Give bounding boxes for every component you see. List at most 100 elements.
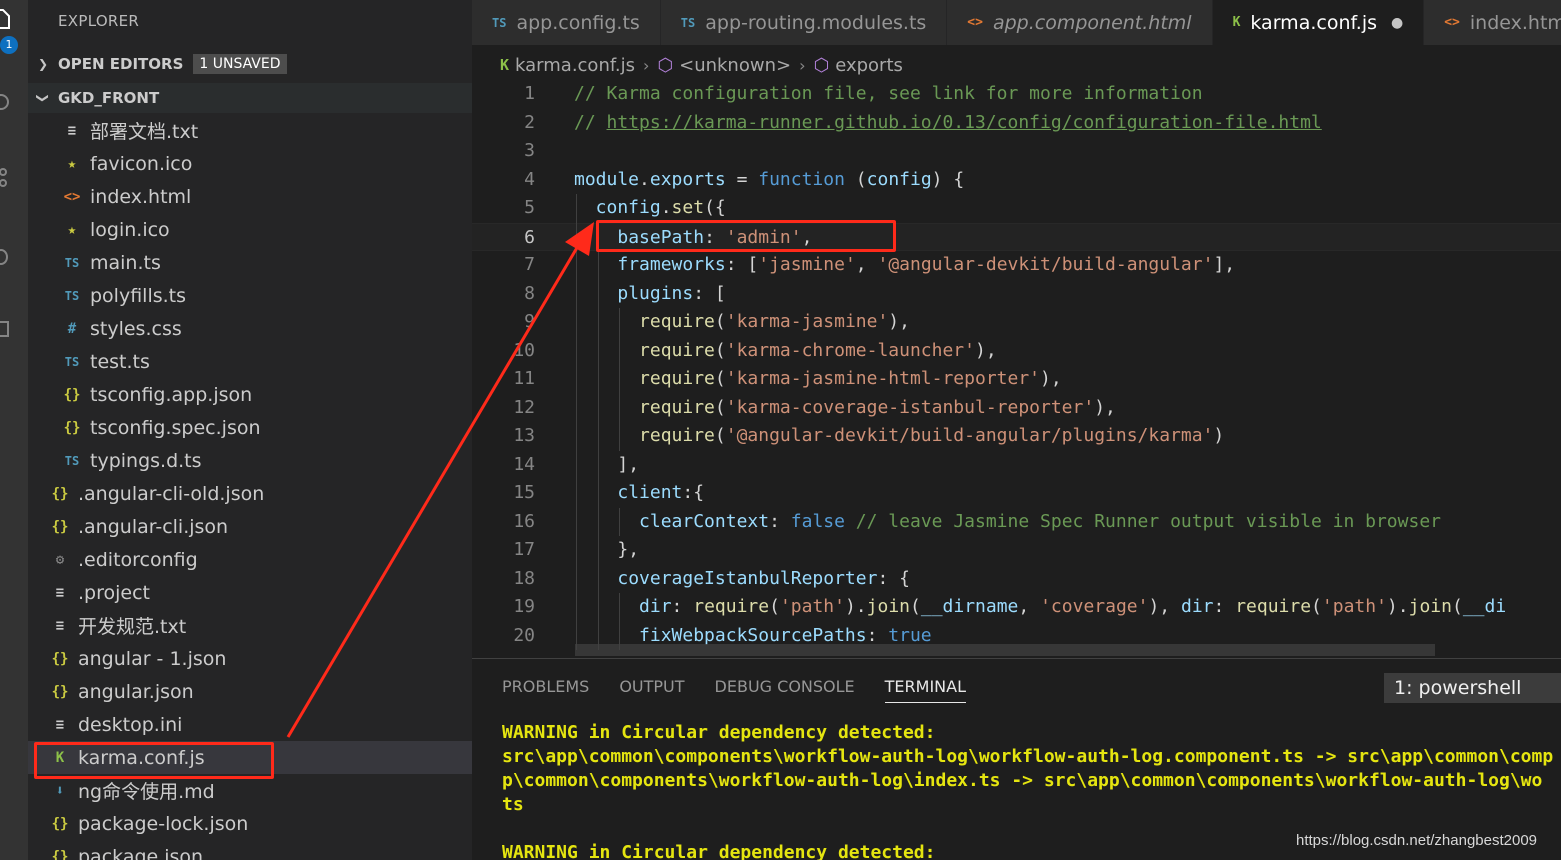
code-token: https://karma-runner.github.io/0.13/conf… (606, 111, 1322, 133)
file-tree-item[interactable]: ≡ .project (28, 576, 472, 609)
file-tree-item[interactable]: {} package-lock.json (28, 807, 472, 840)
horizontal-scrollbar[interactable] (575, 644, 1435, 656)
files-icon[interactable] (0, 8, 12, 30)
html-file-icon: <> (967, 15, 983, 30)
file-tree-item[interactable]: {} .angular-cli-old.json (28, 477, 472, 510)
terminal-selector[interactable]: 1: powershell (1384, 673, 1561, 703)
code-line[interactable]: 18 coverageIstanbulReporter: { (472, 565, 1561, 594)
editor-tab-label: karma.conf.js (1250, 11, 1378, 34)
highlight-box-basepath (596, 220, 896, 252)
terminal-line: ts (502, 794, 524, 815)
file-tree-item[interactable]: TS polyfills.ts (28, 279, 472, 312)
code-token: ) (1213, 425, 1225, 446)
panel-tab-problems[interactable]: PROBLEMS (502, 677, 589, 703)
terminal-line: p\common\components\workflow-auth-log\in… (502, 770, 1543, 791)
panel-tab-terminal[interactable]: TERMINAL (884, 677, 967, 703)
code-line[interactable]: 15 client:{ (472, 479, 1561, 508)
file-tree-item[interactable]: ★ login.ico (28, 213, 472, 246)
editor-tab-label: app.component.html (992, 11, 1192, 34)
editor-tab[interactable]: TS app-routing.modules.ts (660, 0, 948, 45)
code-line[interactable]: 4 module.exports = function (config) { (472, 166, 1561, 195)
file-tree-item-label: login.ico (90, 218, 170, 241)
panel-tab-output[interactable]: OUTPUT (619, 677, 684, 703)
file-tree-item[interactable]: ≡ desktop.ini (28, 708, 472, 741)
file-tree-item[interactable]: {} package.json (28, 840, 472, 860)
project-folder-section[interactable]: ❯ GKD_FRONT (28, 83, 472, 113)
code-token: 'karma-jasmine-html-reporter' (725, 368, 1041, 389)
open-editors-section[interactable]: ❯ OPEN EDITORS 1 UNSAVED (28, 49, 472, 79)
editor-tab[interactable]: <> index.htm (1424, 0, 1561, 45)
code-line[interactable]: 7 frameworks: ['jasmine', '@angular-devki… (472, 251, 1561, 280)
file-tree-item[interactable]: {} tsconfig.spec.json (28, 411, 472, 444)
code-text: require('@angular-devkit/build-angular/p… (639, 422, 1224, 451)
txt-file-icon: ≡ (67, 122, 77, 139)
editor-tab[interactable]: <> app.component.html (947, 0, 1213, 45)
code-token: ( (844, 168, 867, 190)
ts-file-icon: TS (680, 15, 696, 30)
code-token: ( (1311, 596, 1322, 617)
code-line[interactable]: 19 dir: require('path').join(__dirname, '… (472, 593, 1561, 622)
code-line[interactable]: 3 (472, 137, 1561, 166)
file-tree-item[interactable]: ⚙ .editorconfig (28, 543, 472, 576)
chevron-right-icon: › (642, 55, 650, 75)
code-token: dir (639, 596, 672, 617)
file-tree-item[interactable]: TS main.ts (28, 246, 472, 279)
breadcrumb-file[interactable]: karma.conf.js (515, 55, 635, 76)
file-tree-item[interactable]: TS test.ts (28, 345, 472, 378)
file-tree-item[interactable]: <> index.html (28, 180, 472, 213)
code-token: require (639, 396, 715, 418)
file-tree-item[interactable]: {} tsconfig.app.json (28, 378, 472, 411)
code-text: ], (617, 451, 639, 480)
file-tree-item[interactable]: {} angular - 1.json (28, 642, 472, 675)
code-line[interactable]: 13 require('@angular-devkit/build-angular… (472, 422, 1561, 451)
extensions-icon[interactable] (0, 318, 12, 340)
code-line[interactable]: 9 require('karma-jasmine'), (472, 308, 1561, 337)
ts-file-icon: TS (64, 354, 80, 369)
file-tree-item-label: .editorconfig (78, 548, 198, 571)
code-line[interactable]: 14], (472, 451, 1561, 480)
code-line[interactable]: 16 clearContext: false // leave Jasmine S… (472, 508, 1561, 537)
code-line[interactable]: 2 // https://karma-runner.github.io/0.13/… (472, 109, 1561, 138)
code-line[interactable]: 5 config.set({ (472, 194, 1561, 223)
panel-tab-debug-console[interactable]: DEBUG CONSOLE (715, 677, 855, 703)
code-line[interactable]: 10 require('karma-chrome-launcher'), (472, 337, 1561, 366)
code-text: dir: require('path').join(__dirname, 'co… (639, 593, 1506, 622)
file-tree-item[interactable]: {} .angular-cli.json (28, 510, 472, 543)
json-file-icon: {} (63, 419, 81, 436)
code-editor[interactable]: 1 // Karma configuration file, see link f… (472, 80, 1561, 658)
file-tree-item-label: desktop.ini (78, 713, 183, 736)
code-line[interactable]: 17}, (472, 536, 1561, 565)
code-token: join (1408, 596, 1452, 617)
code-token: ( (714, 339, 726, 361)
code-line[interactable]: 8 plugins: [ (472, 280, 1561, 309)
html-file-icon: <> (1444, 15, 1460, 30)
debug-icon[interactable] (0, 245, 12, 267)
source-control-icon[interactable] (0, 166, 12, 188)
code-token: config (866, 168, 932, 190)
breadcrumb-symbol-unknown[interactable]: <unknown> (679, 55, 791, 76)
editor-tab[interactable]: TS app.config.ts (472, 0, 661, 45)
html-file-icon: <> (63, 188, 81, 205)
cube-icon: ⬡ (813, 54, 830, 76)
file-tree-item[interactable]: TS typings.d.ts (28, 444, 472, 477)
code-token: client (617, 482, 683, 503)
code-line[interactable]: 12 require('karma-coverage-istanbul-repor… (472, 394, 1561, 423)
code-line[interactable]: 11 require('karma-jasmine-html-reporter')… (472, 365, 1561, 394)
file-tree-item[interactable]: # styles.css (28, 312, 472, 345)
code-token: : (866, 624, 889, 646)
file-tree-item[interactable]: ★ favicon.ico (28, 147, 472, 180)
code-token: coverageIstanbulReporter (617, 567, 878, 589)
search-icon[interactable] (0, 92, 12, 114)
indent-guide (597, 222, 599, 650)
code-line[interactable]: 1 // Karma configuration file, see link f… (472, 80, 1561, 109)
code-token: false (790, 510, 845, 532)
activity-bar: 1 (0, 0, 28, 860)
code-token: : (769, 510, 791, 532)
unsaved-dot-icon[interactable]: ● (1391, 15, 1403, 31)
breadcrumb-symbol-exports[interactable]: exports (835, 55, 903, 76)
editor-tab[interactable]: Kkarma.conf.js ● (1212, 0, 1425, 45)
file-tree-item[interactable]: {} angular.json (28, 675, 472, 708)
file-tree-item[interactable]: ≡ 开发规范.txt (28, 609, 472, 642)
file-tree-item[interactable]: ≡ 部署文档.txt (28, 114, 472, 147)
code-token: exports (649, 168, 726, 190)
